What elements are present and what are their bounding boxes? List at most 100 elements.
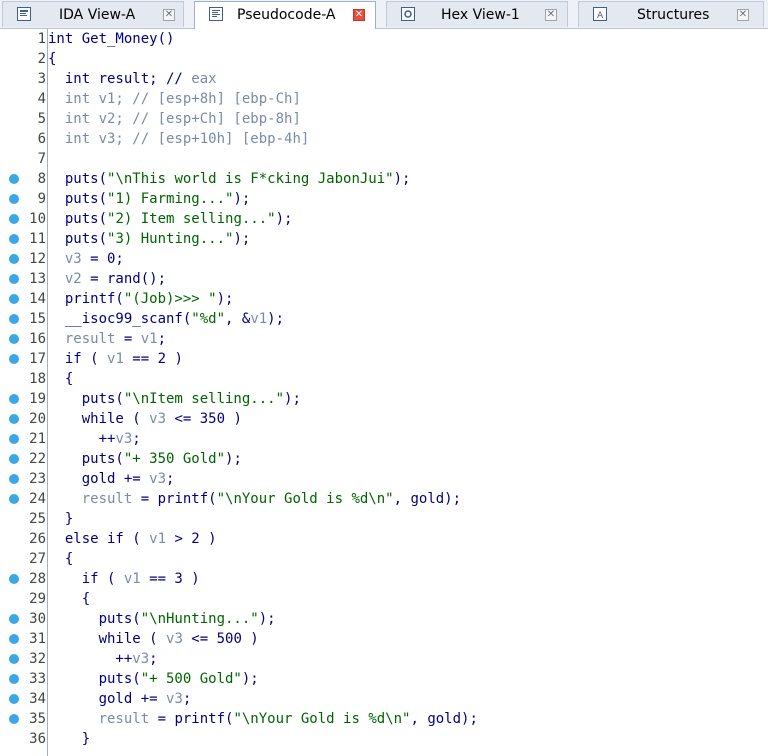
code-token: "\nItem selling..." xyxy=(123,391,285,407)
code-line[interactable]: 32 ++v3; xyxy=(0,649,768,669)
breakpoint-dot-icon[interactable] xyxy=(9,294,19,304)
breakpoint-dot-icon[interactable] xyxy=(9,614,19,624)
tab-ida-view-a[interactable]: IDA View-A ✕ xyxy=(2,1,184,27)
code-line[interactable]: 33 puts("+ 500 Gold"); xyxy=(0,669,768,689)
close-icon[interactable]: ✕ xyxy=(163,9,175,21)
code-text: puts("\nItem selling..."); xyxy=(48,391,301,407)
code-line[interactable]: 24 result = printf("\nYour Gold is %d\n"… xyxy=(0,489,768,509)
code-line[interactable]: 27 { xyxy=(0,549,768,569)
breakpoint-dot-icon[interactable] xyxy=(9,474,19,484)
line-number: 7 xyxy=(37,151,46,167)
breakpoint-dot-icon[interactable] xyxy=(9,354,19,364)
tab-bar: IDA View-A ✕ Pseudocode-A ✕ Hex View-1 ✕… xyxy=(0,0,768,29)
code-token: ; xyxy=(149,651,158,667)
code-line[interactable]: 2{ xyxy=(0,49,768,69)
code-token: , gold); xyxy=(393,491,462,507)
code-line[interactable]: 30 puts("\nHunting..."); xyxy=(0,609,768,629)
code-line[interactable]: 4 int v1; // [esp+8h] [ebp-Ch] xyxy=(0,89,768,109)
breakpoint-dot-icon[interactable] xyxy=(9,574,19,584)
line-number: 30 xyxy=(29,611,46,627)
code-line[interactable]: 3 int result; // eax xyxy=(0,69,768,89)
code-line[interactable]: 36 } xyxy=(0,729,768,749)
breakpoint-dot-icon[interactable] xyxy=(9,634,19,644)
breakpoint-dot-icon[interactable] xyxy=(9,494,19,504)
code-line[interactable]: 10 puts("2) Item selling..."); xyxy=(0,209,768,229)
code-text: result = v1; xyxy=(48,331,166,347)
code-token: } xyxy=(48,511,74,527)
breakpoint-dot-icon[interactable] xyxy=(9,334,19,344)
code-token: = xyxy=(115,331,141,347)
breakpoint-dot-icon[interactable] xyxy=(9,674,19,684)
breakpoint-dot-icon[interactable] xyxy=(9,314,19,324)
code-line[interactable]: 22 puts("+ 350 Gold"); xyxy=(0,449,768,469)
breakpoint-dot-icon[interactable] xyxy=(9,254,19,264)
code-text: int v3; // [esp+10h] [ebp-4h] xyxy=(48,131,309,147)
code-line[interactable]: 25 } xyxy=(0,509,768,529)
breakpoint-dot-icon[interactable] xyxy=(9,214,19,224)
breakpoint-dot-icon[interactable] xyxy=(9,454,19,464)
line-number: 1 xyxy=(37,31,46,47)
code-line[interactable]: 11 puts("3) Hunting..."); xyxy=(0,229,768,249)
tab-hex-view-1[interactable]: Hex View-1 ✕ xyxy=(386,1,568,27)
code-line[interactable]: 9 puts("1) Farming..."); xyxy=(0,189,768,209)
code-line[interactable]: 1 int Get_Money() xyxy=(0,29,768,49)
code-token: "\nYour Gold is %d\n" xyxy=(216,491,394,507)
line-number: 18 xyxy=(29,371,46,387)
code-text: if ( v1 == 2 ) xyxy=(48,351,183,367)
pseudocode-editor[interactable]: 1 int Get_Money() 2{3 int result; // eax 4 … xyxy=(0,29,768,756)
code-line[interactable]: 29 { xyxy=(0,589,768,609)
code-line[interactable]: 7 xyxy=(0,149,768,169)
breakpoint-dot-icon[interactable] xyxy=(9,174,19,184)
code-line[interactable]: 8 puts("\nThis world is F*cking JabonJui… xyxy=(0,169,768,189)
line-number: 33 xyxy=(29,671,46,687)
code-token: ++ xyxy=(48,651,133,667)
line-number: 14 xyxy=(29,291,46,307)
breakpoint-dot-icon[interactable] xyxy=(9,694,19,704)
close-icon[interactable]: ✕ xyxy=(545,9,557,21)
code-line[interactable]: 21 ++v3; xyxy=(0,429,768,449)
code-token: int Get_Money() xyxy=(48,31,175,47)
breakpoint-dot-icon[interactable] xyxy=(9,194,19,204)
tab-structures[interactable]: A Structures ✕ xyxy=(578,1,764,27)
tab-pseudocode-a[interactable]: Pseudocode-A ✕ xyxy=(194,1,376,29)
breakpoint-dot-icon[interactable] xyxy=(9,434,19,444)
code-token: puts( xyxy=(48,231,108,247)
code-token: , & xyxy=(225,311,251,327)
code-line[interactable]: 19 puts("\nItem selling..."); xyxy=(0,389,768,409)
code-line[interactable]: 5 int v2; // [esp+Ch] [ebp-8h] xyxy=(0,109,768,129)
code-line[interactable]: 18 { xyxy=(0,369,768,389)
code-token: int v2; // xyxy=(48,111,158,127)
code-line[interactable]: 13 v2 = rand(); xyxy=(0,269,768,289)
breakpoint-dot-icon[interactable] xyxy=(9,274,19,284)
code-line[interactable]: 20 while ( v3 <= 350 ) xyxy=(0,409,768,429)
breakpoint-dot-icon[interactable] xyxy=(9,234,19,244)
code-line[interactable]: 28 if ( v1 == 3 ) xyxy=(0,569,768,589)
code-line[interactable]: 35 result = printf("\nYour Gold is %d\n"… xyxy=(0,709,768,729)
close-icon[interactable]: ✕ xyxy=(737,9,749,21)
code-token: ); xyxy=(233,231,251,247)
code-token: puts( xyxy=(48,191,108,207)
code-line[interactable]: 14 printf("(Job)>>> "); xyxy=(0,289,768,309)
code-line[interactable]: 12 v3 = 0; xyxy=(0,249,768,269)
line-number: 27 xyxy=(29,551,46,567)
breakpoint-dot-icon[interactable] xyxy=(9,394,19,404)
code-line[interactable]: 34 gold += v3; xyxy=(0,689,768,709)
breakpoint-dot-icon[interactable] xyxy=(9,654,19,664)
code-line[interactable]: 17 if ( v1 == 2 ) xyxy=(0,349,768,369)
breakpoint-dot-icon[interactable] xyxy=(9,714,19,724)
close-icon[interactable]: ✕ xyxy=(353,9,365,21)
code-line[interactable]: 16 result = v1; xyxy=(0,329,768,349)
code-text: { xyxy=(48,51,56,67)
code-text: puts("2) Item selling..."); xyxy=(48,211,293,227)
code-line[interactable]: 15 __isoc99_scanf("%d", &v1); xyxy=(0,309,768,329)
code-token: int v3; // xyxy=(48,131,158,147)
breakpoint-dot-icon[interactable] xyxy=(9,414,19,424)
code-line[interactable]: 23 gold += v3; xyxy=(0,469,768,489)
code-line[interactable]: 26 else if ( v1 > 2 ) xyxy=(0,529,768,549)
code-line[interactable]: 31 while ( v3 <= 500 ) xyxy=(0,629,768,649)
code-text: ++v3; xyxy=(48,651,158,667)
code-text: puts("3) Hunting..."); xyxy=(48,231,250,247)
code-token: = rand(); xyxy=(81,271,167,287)
code-line[interactable]: 6 int v3; // [esp+10h] [ebp-4h] xyxy=(0,129,768,149)
code-text: gold += v3; xyxy=(48,471,175,487)
